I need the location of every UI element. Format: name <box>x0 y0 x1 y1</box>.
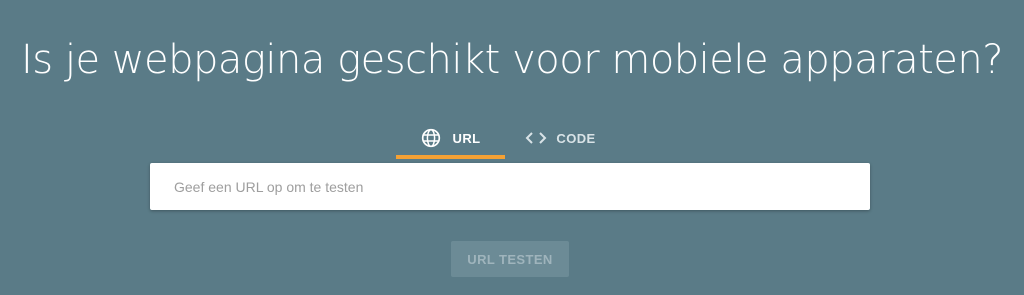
url-input-container <box>150 163 870 210</box>
globe-icon <box>421 128 441 148</box>
test-url-button[interactable]: URL TESTEN <box>451 241 569 277</box>
page-title: Is je webpagina geschikt voor mobiele ap… <box>21 37 1003 83</box>
tab-code-label: CODE <box>556 130 596 146</box>
tab-url[interactable]: URL <box>396 118 505 159</box>
tab-code[interactable]: CODE <box>505 118 615 158</box>
url-input[interactable] <box>174 163 864 210</box>
input-mode-tabs: URL CODE <box>396 118 615 162</box>
tab-url-label: URL <box>452 130 481 146</box>
code-icon <box>524 128 548 148</box>
